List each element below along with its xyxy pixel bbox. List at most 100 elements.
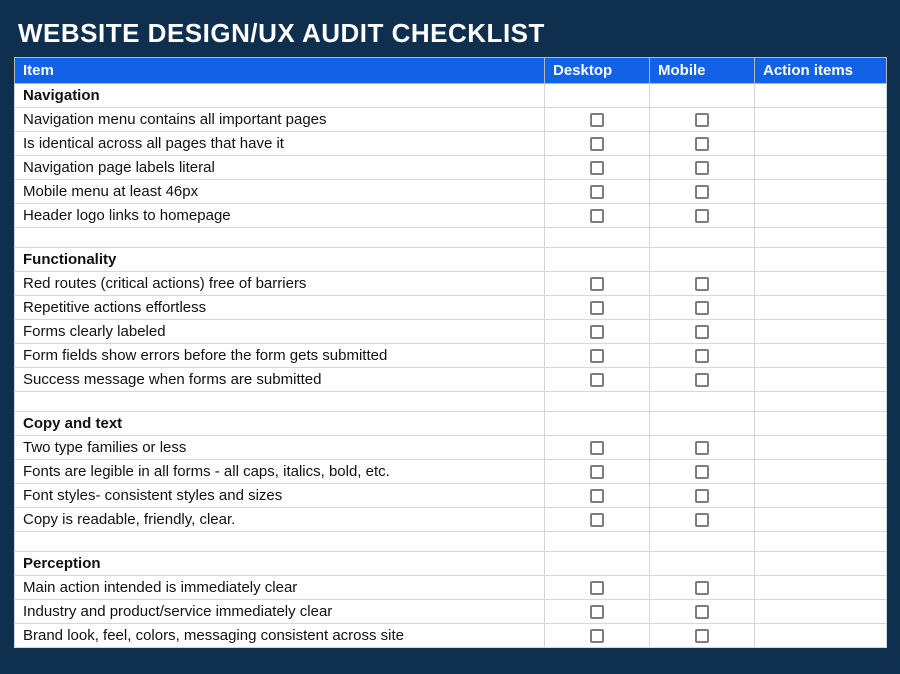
desktop-checkbox[interactable]	[590, 185, 604, 199]
col-header-desktop: Desktop	[545, 58, 650, 84]
table-header-row: Item Desktop Mobile Action items	[15, 58, 887, 84]
mobile-checkbox-cell	[650, 576, 755, 600]
mobile-checkbox[interactable]	[695, 513, 709, 527]
mobile-checkbox[interactable]	[695, 209, 709, 223]
desktop-checkbox[interactable]	[590, 581, 604, 595]
action-items-cell[interactable]	[755, 624, 887, 648]
action-items-cell[interactable]	[755, 436, 887, 460]
spacer-row	[15, 532, 887, 552]
empty-cell	[650, 552, 755, 576]
section-heading-row: Navigation	[15, 84, 887, 108]
mobile-checkbox-cell	[650, 508, 755, 532]
mobile-checkbox-cell	[650, 484, 755, 508]
empty-cell	[545, 248, 650, 272]
mobile-checkbox-cell	[650, 272, 755, 296]
desktop-checkbox[interactable]	[590, 605, 604, 619]
mobile-checkbox[interactable]	[695, 629, 709, 643]
mobile-checkbox-cell	[650, 132, 755, 156]
mobile-checkbox[interactable]	[695, 161, 709, 175]
mobile-checkbox-cell	[650, 600, 755, 624]
empty-cell	[755, 248, 887, 272]
table-row: Navigation menu contains all important p…	[15, 108, 887, 132]
desktop-checkbox[interactable]	[590, 629, 604, 643]
table-row: Copy is readable, friendly, clear.	[15, 508, 887, 532]
action-items-cell[interactable]	[755, 368, 887, 392]
desktop-checkbox[interactable]	[590, 137, 604, 151]
action-items-cell[interactable]	[755, 320, 887, 344]
mobile-checkbox[interactable]	[695, 441, 709, 455]
empty-cell	[755, 412, 887, 436]
table-row: Main action intended is immediately clea…	[15, 576, 887, 600]
desktop-checkbox[interactable]	[590, 441, 604, 455]
page-title: WEBSITE DESIGN/UX AUDIT CHECKLIST	[14, 12, 886, 57]
desktop-checkbox[interactable]	[590, 325, 604, 339]
action-items-cell[interactable]	[755, 156, 887, 180]
action-items-cell[interactable]	[755, 204, 887, 228]
mobile-checkbox-cell	[650, 180, 755, 204]
desktop-checkbox-cell	[545, 204, 650, 228]
action-items-cell[interactable]	[755, 484, 887, 508]
desktop-checkbox[interactable]	[590, 209, 604, 223]
empty-cell	[545, 552, 650, 576]
mobile-checkbox-cell	[650, 368, 755, 392]
desktop-checkbox[interactable]	[590, 513, 604, 527]
col-header-action: Action items	[755, 58, 887, 84]
item-cell: Form fields show errors before the form …	[15, 344, 545, 368]
action-items-cell[interactable]	[755, 296, 887, 320]
mobile-checkbox[interactable]	[695, 185, 709, 199]
action-items-cell[interactable]	[755, 344, 887, 368]
desktop-checkbox[interactable]	[590, 301, 604, 315]
desktop-checkbox[interactable]	[590, 277, 604, 291]
item-cell: Main action intended is immediately clea…	[15, 576, 545, 600]
mobile-checkbox[interactable]	[695, 465, 709, 479]
item-cell: Fonts are legible in all forms - all cap…	[15, 460, 545, 484]
desktop-checkbox[interactable]	[590, 373, 604, 387]
action-items-cell[interactable]	[755, 600, 887, 624]
action-items-cell[interactable]	[755, 508, 887, 532]
mobile-checkbox[interactable]	[695, 325, 709, 339]
item-cell: Success message when forms are submitted	[15, 368, 545, 392]
mobile-checkbox[interactable]	[695, 489, 709, 503]
mobile-checkbox[interactable]	[695, 277, 709, 291]
action-items-cell[interactable]	[755, 272, 887, 296]
mobile-checkbox[interactable]	[695, 113, 709, 127]
section-heading: Navigation	[15, 84, 545, 108]
item-cell: Font styles- consistent styles and sizes	[15, 484, 545, 508]
item-cell: Navigation page labels literal	[15, 156, 545, 180]
desktop-checkbox-cell	[545, 460, 650, 484]
action-items-cell[interactable]	[755, 180, 887, 204]
section-heading-row: Functionality	[15, 248, 887, 272]
desktop-checkbox-cell	[545, 600, 650, 624]
desktop-checkbox-cell	[545, 624, 650, 648]
empty-cell	[650, 248, 755, 272]
table-row: Industry and product/service immediately…	[15, 600, 887, 624]
mobile-checkbox-cell	[650, 320, 755, 344]
action-items-cell[interactable]	[755, 108, 887, 132]
mobile-checkbox[interactable]	[695, 301, 709, 315]
table-row: Header logo links to homepage	[15, 204, 887, 228]
document-frame: WEBSITE DESIGN/UX AUDIT CHECKLIST Item D…	[0, 0, 900, 674]
desktop-checkbox[interactable]	[590, 349, 604, 363]
mobile-checkbox[interactable]	[695, 137, 709, 151]
empty-cell	[545, 412, 650, 436]
desktop-checkbox[interactable]	[590, 161, 604, 175]
desktop-checkbox-cell	[545, 368, 650, 392]
desktop-checkbox[interactable]	[590, 465, 604, 479]
section-heading: Perception	[15, 552, 545, 576]
mobile-checkbox-cell	[650, 624, 755, 648]
table-row: Repetitive actions effortless	[15, 296, 887, 320]
item-cell: Navigation menu contains all important p…	[15, 108, 545, 132]
action-items-cell[interactable]	[755, 460, 887, 484]
desktop-checkbox[interactable]	[590, 489, 604, 503]
action-items-cell[interactable]	[755, 576, 887, 600]
mobile-checkbox[interactable]	[695, 605, 709, 619]
mobile-checkbox[interactable]	[695, 581, 709, 595]
spacer-row	[15, 392, 887, 412]
action-items-cell[interactable]	[755, 132, 887, 156]
desktop-checkbox-cell	[545, 320, 650, 344]
mobile-checkbox[interactable]	[695, 373, 709, 387]
item-cell: Industry and product/service immediately…	[15, 600, 545, 624]
table-row: Brand look, feel, colors, messaging cons…	[15, 624, 887, 648]
mobile-checkbox[interactable]	[695, 349, 709, 363]
desktop-checkbox[interactable]	[590, 113, 604, 127]
